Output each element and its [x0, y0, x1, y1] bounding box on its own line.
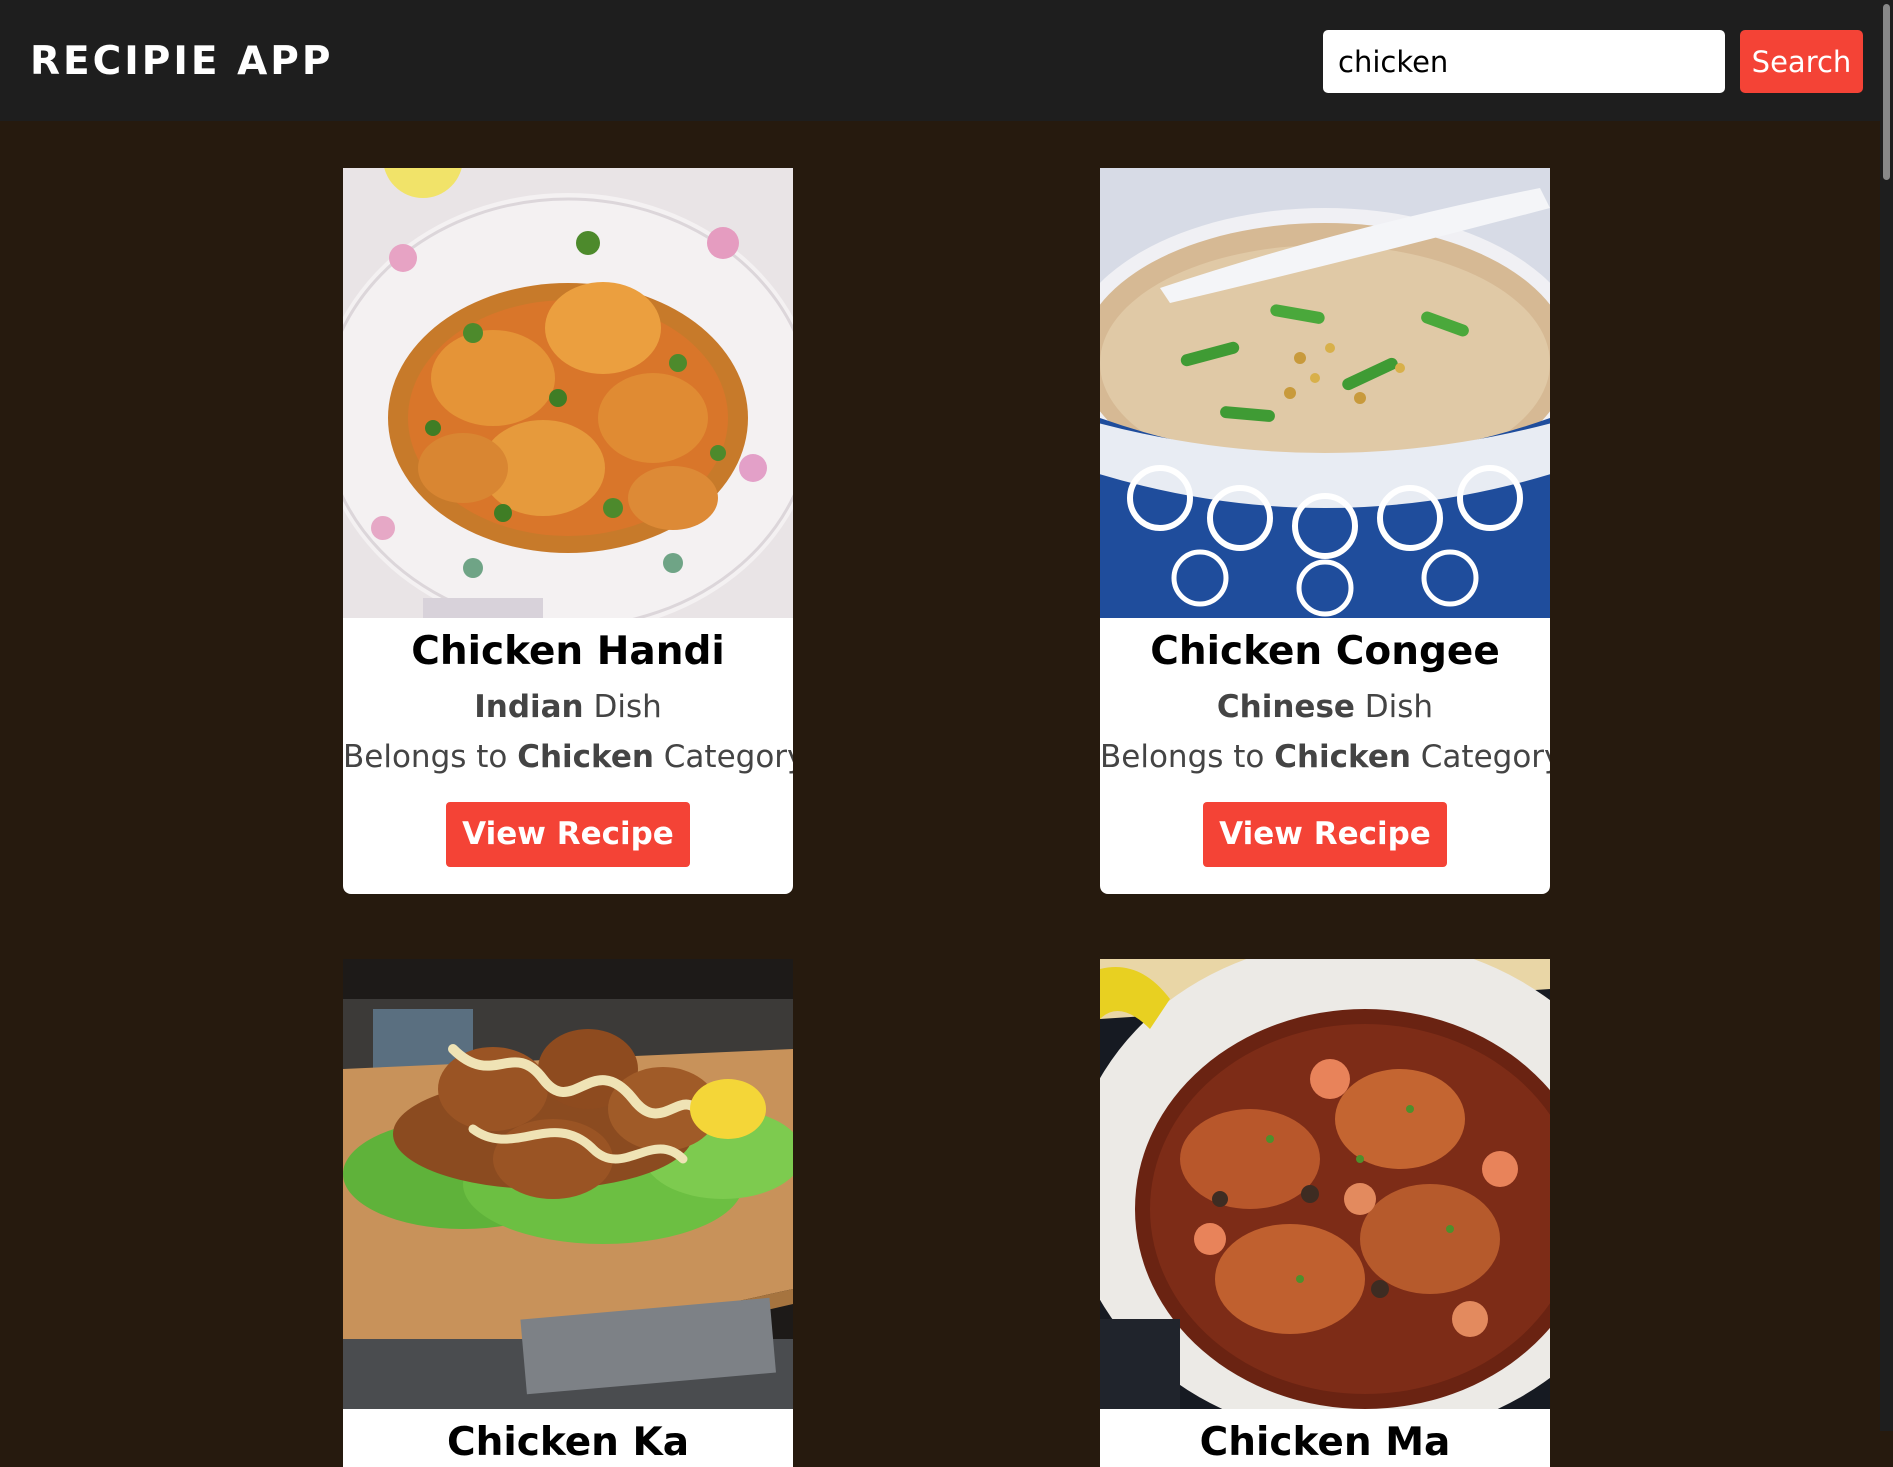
search-button[interactable]: Search — [1740, 30, 1863, 93]
navbar: RECIPIE APP Search — [0, 0, 1893, 121]
view-recipe-button[interactable]: View Recipe — [1203, 802, 1447, 867]
recipe-area: Indian Dish — [343, 686, 793, 728]
recipe-area-suffix: Dish — [1354, 689, 1434, 725]
recipe-category-name: Chicken — [1274, 739, 1411, 775]
recipe-category-suffix: Category — [653, 739, 793, 775]
recipe-category-name: Chicken — [517, 739, 654, 775]
recipe-card: Chicken Ka — [343, 959, 793, 1467]
recipe-area: Chinese Dish — [1100, 686, 1550, 728]
view-recipe-button[interactable]: View Recipe — [446, 802, 690, 867]
recipe-area-suffix: Dish — [583, 689, 662, 725]
recipe-area-name: Indian — [474, 689, 584, 725]
recipe-category-prefix: Belongs to — [1100, 739, 1275, 775]
app-title: RECIPIE APP — [30, 39, 334, 84]
recipe-title: Chicken Handi — [411, 629, 725, 674]
search-input[interactable] — [1323, 30, 1725, 93]
recipe-area-name: Chinese — [1216, 689, 1355, 725]
recipe-card: Chicken Ma — [1100, 959, 1550, 1467]
recipe-image — [343, 168, 793, 618]
recipe-title: Chicken Ka — [446, 1420, 690, 1465]
recipe-category-prefix: Belongs to — [343, 739, 518, 775]
recipe-title: Chicken Ma — [1199, 1420, 1451, 1465]
scrollbar-thumb[interactable] — [1883, 4, 1890, 180]
recipe-image — [343, 959, 793, 1409]
recipe-image — [1100, 959, 1550, 1409]
recipe-card: Chicken Handi Indian Dish Belongs to Chi… — [343, 168, 793, 894]
recipe-image — [1100, 168, 1550, 618]
recipe-category: Belongs to Chicken Category — [343, 736, 793, 778]
recipe-card: Chicken Congee Chinese Dish Belongs to C… — [1100, 168, 1550, 894]
recipe-category-suffix: Category — [1410, 739, 1550, 775]
recipe-category: Belongs to Chicken Category — [1100, 736, 1550, 778]
recipe-title: Chicken Congee — [1150, 629, 1500, 674]
scrollbar[interactable] — [1880, 0, 1893, 1431]
